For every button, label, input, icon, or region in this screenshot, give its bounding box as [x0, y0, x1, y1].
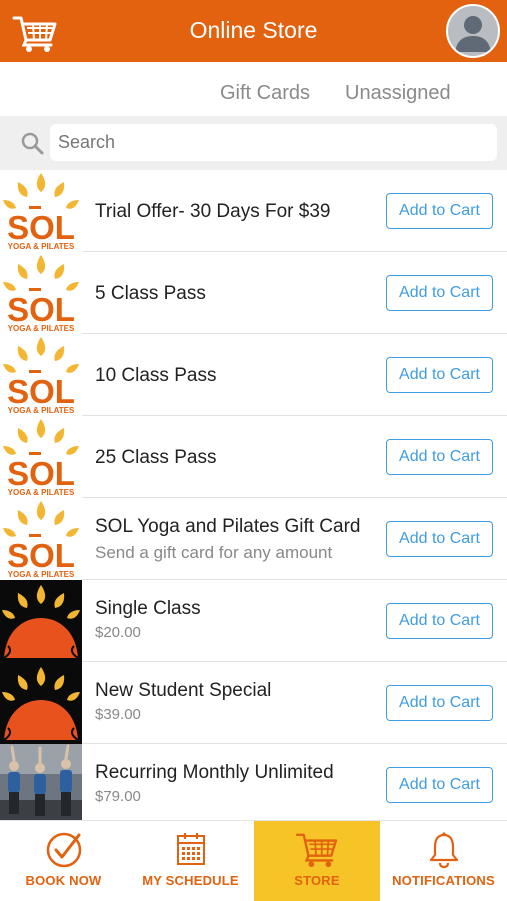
- nav-label: MY SCHEDULE: [142, 873, 239, 888]
- product-row: New Student Special $39.00 Add to Cart: [0, 662, 507, 744]
- check-circle-icon: [46, 832, 81, 868]
- nav-label: BOOK NOW: [25, 873, 102, 888]
- sol-logo-image: [0, 170, 82, 252]
- add-to-cart-button[interactable]: Add to Cart: [386, 439, 493, 475]
- header-bar: Online Store: [0, 0, 507, 62]
- sunrise-image: [0, 662, 82, 744]
- page-title: Online Store: [189, 17, 318, 43]
- nav-book-now[interactable]: BOOK NOW: [0, 821, 127, 901]
- product-row: Trial Offer- 30 Days For $39 Add to Cart: [0, 170, 507, 252]
- nav-store[interactable]: STORE: [254, 821, 380, 901]
- product-row: Recurring Monthly Unlimited $79.00 Add t…: [0, 744, 507, 826]
- product-name: New Student Special: [95, 680, 272, 701]
- cart-icon: [295, 833, 338, 868]
- product-name: Recurring Monthly Unlimited: [95, 762, 334, 783]
- bell-icon: [429, 832, 458, 869]
- product-name: SOL Yoga and Pilates Gift Card: [95, 516, 361, 537]
- calendar-icon: [176, 833, 205, 865]
- add-to-cart-button[interactable]: Add to Cart: [386, 357, 493, 393]
- add-to-cart-button[interactable]: Add to Cart: [386, 275, 493, 311]
- add-to-cart-button[interactable]: Add to Cart: [386, 685, 493, 721]
- tab-unassigned[interactable]: Unassigned: [345, 82, 451, 105]
- product-name: 10 Class Pass: [95, 365, 217, 386]
- nav-my-schedule[interactable]: MY SCHEDULE: [127, 821, 254, 901]
- product-name: 25 Class Pass: [95, 447, 217, 468]
- product-price: $79.00: [95, 788, 141, 805]
- sol-logo-image: [0, 416, 82, 498]
- add-to-cart-button[interactable]: Add to Cart: [386, 521, 493, 557]
- search-icon: [21, 132, 44, 155]
- product-row: 10 Class Pass Add to Cart: [0, 334, 507, 416]
- product-name: 5 Class Pass: [95, 283, 206, 304]
- sol-logo-image: [0, 334, 82, 416]
- product-list: Trial Offer- 30 Days For $39 Add to Cart…: [0, 170, 507, 826]
- yoga-class-photo: [0, 744, 82, 826]
- product-row: Single Class $20.00 Add to Cart: [0, 580, 507, 662]
- product-name: Trial Offer- 30 Days For $39: [95, 201, 331, 222]
- nav-label: NOTIFICATIONS: [392, 873, 495, 888]
- product-price: $20.00: [95, 624, 141, 641]
- tab-gift-cards[interactable]: Gift Cards: [220, 82, 310, 105]
- product-price: $39.00: [95, 706, 141, 723]
- product-name: Single Class: [95, 598, 201, 619]
- product-description: Send a gift card for any amount: [95, 543, 333, 562]
- add-to-cart-button[interactable]: Add to Cart: [386, 193, 493, 229]
- search-bar: [0, 116, 507, 170]
- sunrise-image: [0, 580, 82, 662]
- user-avatar-icon[interactable]: [446, 4, 500, 58]
- store-tabs: Gift Cards Unassigned: [0, 62, 507, 117]
- sol-logo-image: [0, 252, 82, 334]
- add-to-cart-button[interactable]: Add to Cart: [386, 603, 493, 639]
- product-row: 5 Class Pass Add to Cart: [0, 252, 507, 334]
- sol-logo-image: [0, 498, 82, 580]
- search-input[interactable]: [50, 124, 497, 161]
- nav-notifications[interactable]: NOTIFICATIONS: [380, 821, 507, 901]
- product-row: 25 Class Pass Add to Cart: [0, 416, 507, 498]
- product-row: SOL Yoga and Pilates Gift Card Send a gi…: [0, 498, 507, 580]
- add-to-cart-button[interactable]: Add to Cart: [386, 767, 493, 803]
- nav-label: STORE: [294, 873, 340, 888]
- bottom-navigation: BOOK NOW MY SCHEDULE STORE NOTIFICATIONS: [0, 820, 507, 901]
